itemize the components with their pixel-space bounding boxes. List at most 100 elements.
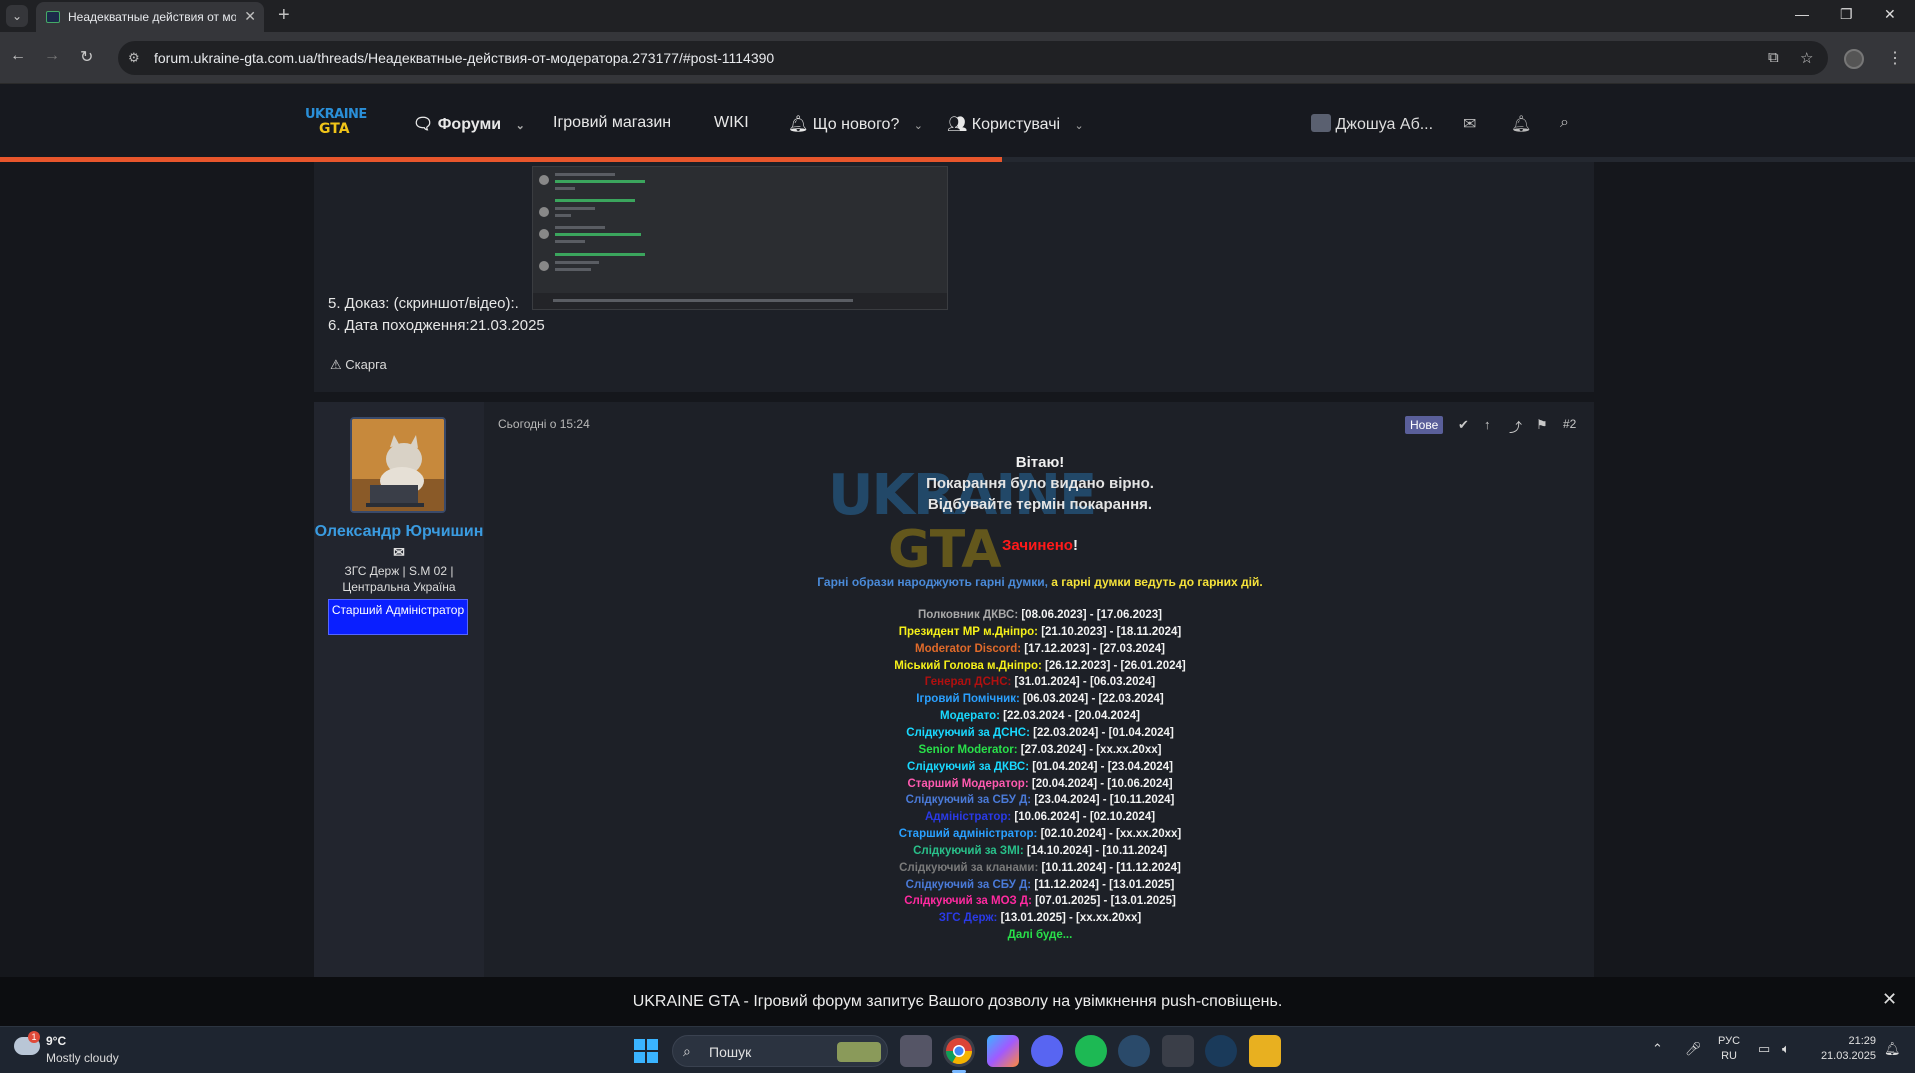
close-icon[interactable]: ✕ — [1882, 989, 1897, 1010]
reload-icon[interactable]: ↻ — [80, 47, 93, 67]
steam-icon-2[interactable] — [1205, 1035, 1237, 1067]
clock[interactable]: 21:29 21.03.2025 — [1808, 1034, 1876, 1064]
signature-period: [23.04.2024] - [10.11.2024] — [1031, 794, 1175, 807]
nav-users[interactable]: 👥︎ Користувачі ⌄ — [947, 114, 1084, 134]
motto: Гарні образи народжують гарні думки, а г… — [700, 575, 1380, 589]
signature-role: ЗГС Держ: — [938, 912, 998, 925]
forward-icon[interactable]: → — [44, 47, 60, 65]
signature-row: Адміністратор: [10.06.2024] - [02.10.202… — [700, 811, 1380, 823]
browser-menu-icon[interactable]: ⋮ — [1887, 48, 1903, 68]
motto-part-2: а гарні думки ведуть до гарних дій. — [1047, 575, 1263, 589]
react-check-icon[interactable]: ✔ — [1458, 417, 1469, 433]
chevron-down-icon[interactable]: ⌄ — [1075, 120, 1084, 132]
share-icon[interactable]: ⤴ — [1509, 417, 1522, 436]
weather-desc[interactable]: Mostly cloudy — [46, 1051, 119, 1065]
post-1 — [314, 162, 1594, 392]
tab-search-dropdown-icon[interactable]: ⌄ — [6, 5, 28, 27]
verdict-line: Покарання було видано вірно. — [926, 475, 1154, 492]
chevron-up-icon[interactable]: ⌃ — [1652, 1041, 1663, 1057]
signature-role: Адміністратор: — [924, 811, 1012, 824]
browser-tab[interactable]: Неадекватные действия от мо ✕ — [36, 2, 264, 32]
signature-row: Модерато: [22.03.2024 - [20.04.2024] — [700, 710, 1380, 722]
signature-row: Слідкуючий за СБУ Д: [11.12.2024] - [13.… — [700, 879, 1380, 891]
tab-close-icon[interactable]: ✕ — [244, 8, 256, 25]
audio-app-icon[interactable] — [1162, 1035, 1194, 1067]
nav-wiki[interactable]: WIKI — [714, 114, 749, 132]
motto-part-1: Гарні образи народжують гарні думки, — [817, 575, 1048, 589]
copilot-icon[interactable] — [987, 1035, 1019, 1067]
bookmark-star-icon[interactable]: ☆ — [1800, 49, 1813, 67]
temperature[interactable]: 9°C — [46, 1034, 66, 1048]
site-info-icon[interactable]: ⚙ — [128, 50, 140, 66]
arrow-up-icon[interactable]: ↑ — [1484, 417, 1491, 432]
discord-icon[interactable] — [1031, 1035, 1063, 1067]
chat-footer — [533, 293, 947, 309]
report-link[interactable]: ⚠ Скарга — [330, 357, 387, 373]
chat-line — [555, 214, 571, 217]
chrome-icon[interactable] — [943, 1035, 975, 1067]
bookmark-icon[interactable]: ⚑ — [1536, 417, 1548, 433]
window-close-icon[interactable]: ✕ — [1884, 6, 1896, 23]
clock-date: 21.03.2025 — [1820, 1050, 1876, 1062]
post-date[interactable]: Сьогодні о 15:24 — [498, 417, 590, 431]
signature-role: Ігровий Помічник: — [916, 693, 1020, 706]
launcher-icon[interactable] — [1249, 1035, 1281, 1067]
nav-forums-label: Форуми — [437, 116, 502, 133]
notification-center-icon[interactable]: 🔔︎ — [1884, 1041, 1901, 1057]
post-number[interactable]: #2 — [1563, 417, 1576, 431]
chat-line — [555, 261, 599, 264]
closed-word: Зачинено — [1002, 537, 1073, 554]
new-tab-button[interactable]: + — [278, 4, 290, 27]
signature-role: Слідкуючий за МОЗ Д: — [904, 895, 1032, 908]
chevron-down-icon[interactable]: ⌄ — [516, 120, 525, 132]
browser-tab-bar: ⌄ Неадекватные действия от мо ✕ + — ❐ ✕ — [0, 0, 1915, 32]
clock-time: 21:29 — [1848, 1035, 1876, 1047]
back-icon[interactable]: ← — [10, 47, 26, 65]
post-author[interactable]: Олександр Юрчишин ✉ — [314, 522, 484, 563]
network-icon[interactable]: ▭ — [1758, 1041, 1770, 1057]
nav-forums[interactable]: 🗨 Форуми ⌄ — [413, 114, 525, 134]
nav-shop[interactable]: Ігровий магазин — [553, 114, 671, 132]
avatar[interactable] — [350, 417, 446, 513]
chat-avatar — [539, 229, 549, 239]
lang-code: РУС — [1718, 1035, 1741, 1047]
minimize-icon[interactable]: — — [1795, 6, 1809, 22]
microphone-icon[interactable]: 🎤︎ — [1685, 1041, 1702, 1057]
steam-icon[interactable] — [1118, 1035, 1150, 1067]
chat-line — [555, 207, 595, 210]
spotify-icon[interactable] — [1075, 1035, 1107, 1067]
signature-row: Старший адміністратор: [02.10.2024] - [x… — [700, 828, 1380, 840]
forum-logo[interactable]: UKRAINE GTA — [305, 107, 367, 141]
install-app-icon[interactable]: ⧉ — [1768, 49, 1779, 66]
windows-start-icon[interactable] — [634, 1039, 658, 1063]
greeting: Вітаю! — [1015, 454, 1065, 471]
task-view-icon[interactable] — [900, 1035, 932, 1067]
signature-row: Слідкуючий за СБУ Д: [23.04.2024] - [10.… — [700, 794, 1380, 806]
language-indicator[interactable]: РУС RU — [1718, 1034, 1740, 1064]
envelope-icon[interactable]: ✉ — [393, 544, 405, 560]
account-menu[interactable]: Джошуа Аб... — [1311, 114, 1433, 134]
chevron-down-icon[interactable]: ⌄ — [914, 120, 923, 132]
logo-text-top: UKRAINE — [305, 107, 367, 122]
signature-period: [27.03.2024] - [xx.xx.20xx] — [1017, 743, 1162, 756]
signature-period: [26.12.2023] - [26.01.2024] — [1041, 659, 1186, 672]
nav-whats-new[interactable]: 🔔︎ Що нового? ⌄ — [788, 114, 923, 134]
restore-icon[interactable]: ❐ — [1840, 6, 1853, 23]
signature-row: Moderator Discord: [17.12.2023] - [27.03… — [700, 643, 1380, 655]
inbox-icon[interactable]: ✉ — [1463, 114, 1476, 134]
signature-role: Старший адміністратор: — [898, 828, 1038, 841]
signature-row: Слідкуючий за кланами: [10.11.2024] - [1… — [700, 862, 1380, 874]
volume-icon[interactable]: 🔈︎ — [1782, 1041, 1790, 1057]
search-icon[interactable]: ⌕ — [1560, 114, 1569, 132]
signature-role: Слідкуючий за ДКВС: — [907, 760, 1030, 773]
taskbar-search[interactable]: ⌕ Пошук — [672, 1035, 888, 1067]
chat-avatar — [539, 207, 549, 217]
evidence-screenshot[interactable] — [532, 166, 948, 310]
signature-period: [14.10.2024] - [10.11.2024] — [1023, 844, 1167, 857]
signature-row: ЗГС Держ: [13.01.2025] - [xx.xx.20xx] — [700, 912, 1380, 924]
author-name: Олександр Юрчишин — [314, 523, 484, 540]
alerts-bell-icon[interactable]: 🔔︎ — [1511, 114, 1531, 134]
signature-row: Ігровий Помічник: [06.03.2024] - [22.03.… — [700, 693, 1380, 705]
profile-avatar[interactable] — [1844, 49, 1864, 69]
url-field[interactable]: ⚙ forum.ukraine-gta.com.ua/threads/Неаде… — [118, 41, 1828, 75]
